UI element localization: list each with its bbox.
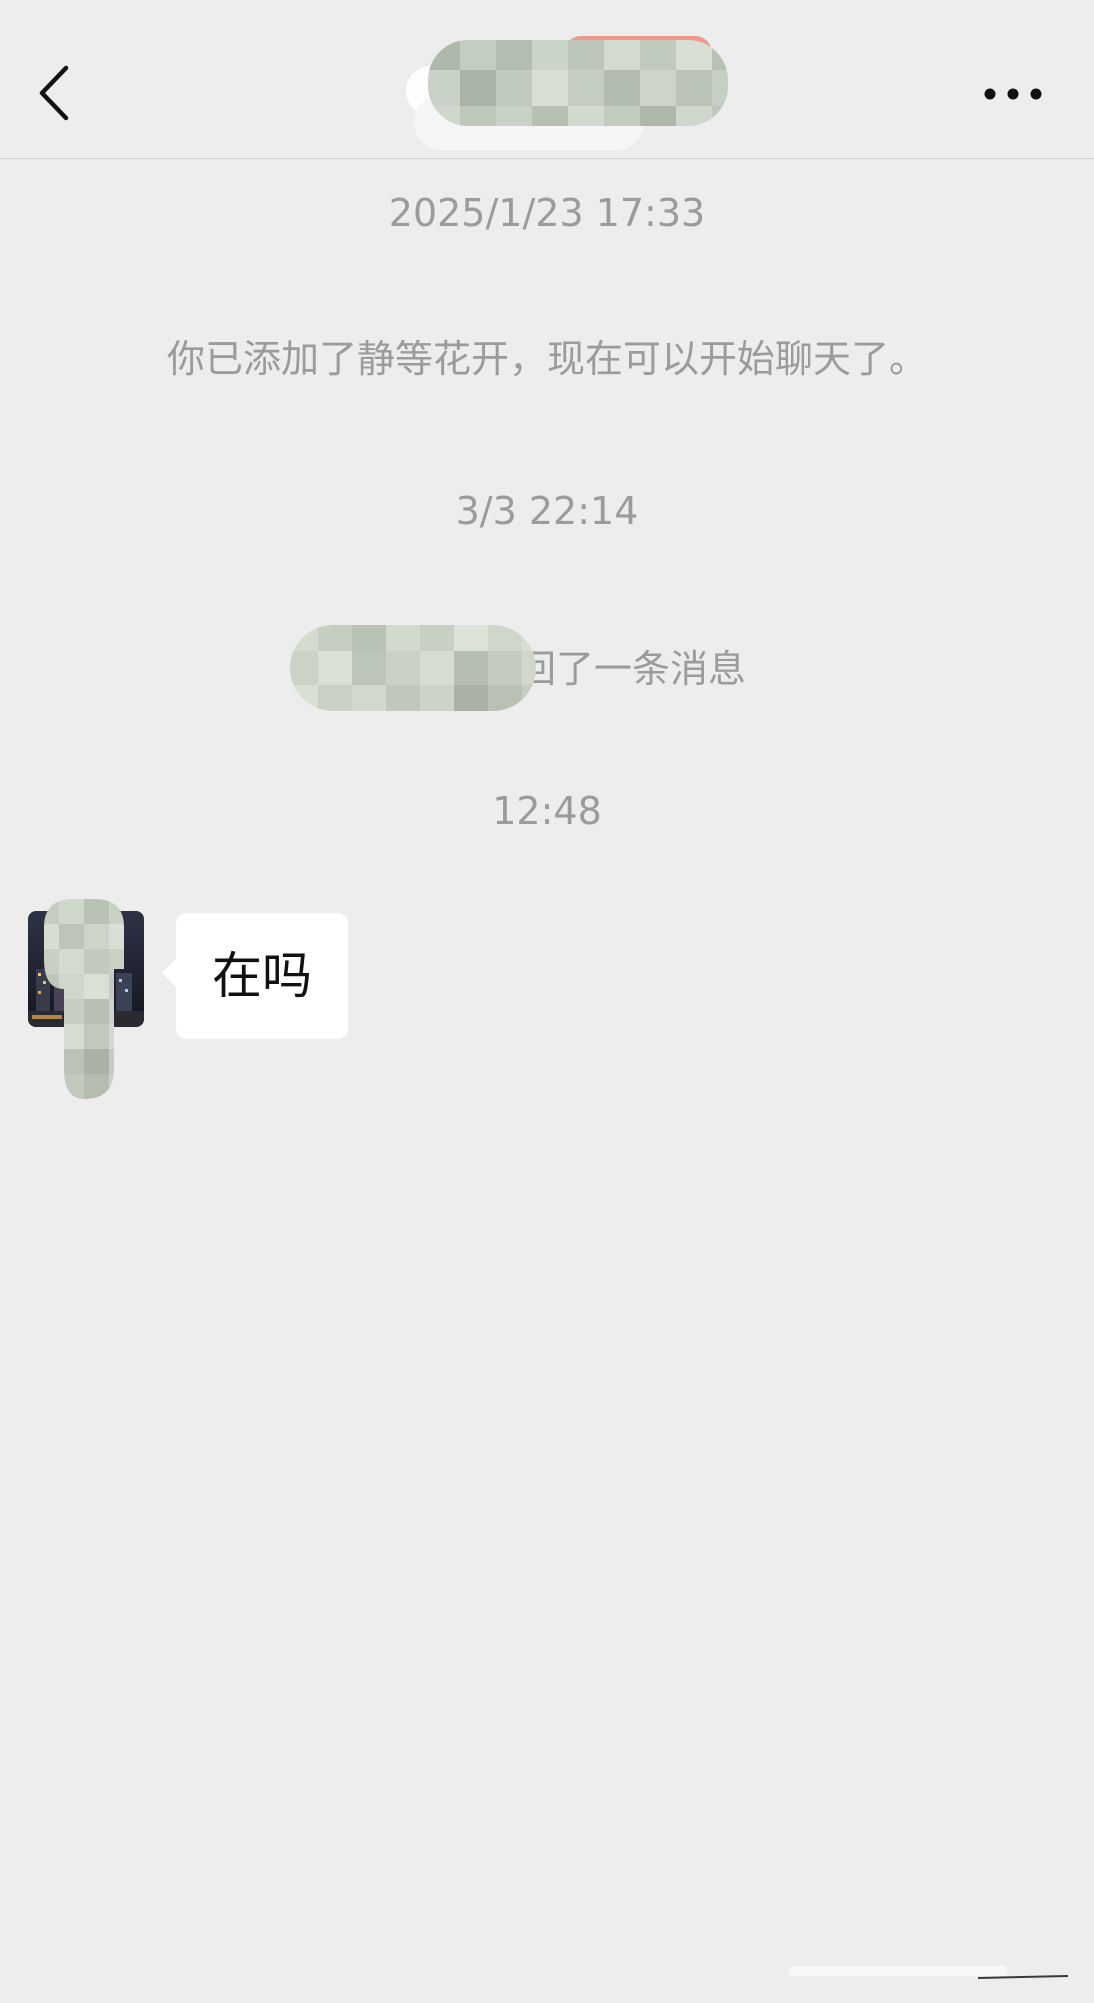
ellipsis-icon: [984, 88, 1042, 100]
contact-name-redacted: [404, 24, 744, 154]
avatar-redaction: [34, 899, 134, 1099]
more-button[interactable]: [978, 72, 1048, 116]
chat-area[interactable]: 2025/1/23 17:33 你已添加了静等花开，现在可以开始聊天了。 3/3…: [0, 159, 1094, 2003]
back-button[interactable]: [28, 62, 84, 124]
message-row: 在吗: [0, 899, 1094, 1149]
friend-added-notice: 你已添加了静等花开，现在可以开始聊天了。: [166, 337, 927, 381]
message-bubble[interactable]: 在吗: [162, 913, 348, 1039]
chevron-left-icon: [39, 65, 69, 121]
recaller-name-redacted: [284, 607, 544, 747]
nav-bar: [0, 0, 1094, 159]
recall-notice: 撤回了一条消息: [0, 607, 1094, 747]
timestamp: 12:48: [492, 789, 602, 833]
watermark: [778, 1956, 1069, 1986]
timestamp: 3/3 22:14: [455, 489, 639, 533]
timestamp: 2025/1/23 17:33: [388, 191, 706, 235]
